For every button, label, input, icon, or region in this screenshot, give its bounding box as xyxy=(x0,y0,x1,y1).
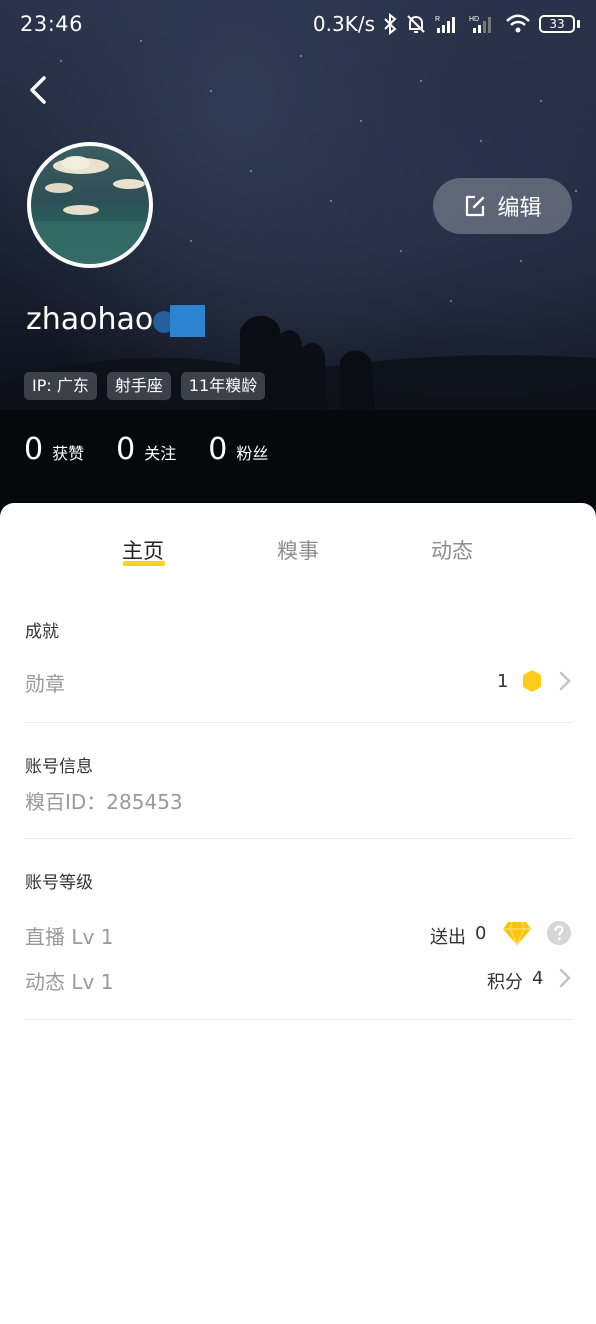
signal-r-icon: R xyxy=(435,16,455,33)
verified-badge-icon xyxy=(153,305,205,337)
status-time: 23:46 xyxy=(20,12,84,36)
star xyxy=(520,260,522,262)
chevron-right-icon xyxy=(559,671,571,691)
stat-likes[interactable]: 0 获赞 xyxy=(24,432,84,467)
star xyxy=(60,60,62,62)
tag-zodiac: 射手座 xyxy=(106,372,171,400)
tab-feed[interactable]: 动态 xyxy=(431,535,473,565)
edit-icon xyxy=(466,195,485,217)
points-label: 积分 xyxy=(487,972,523,993)
star xyxy=(210,90,212,92)
stat-followers-label: 粉丝 xyxy=(236,444,269,463)
divider xyxy=(24,838,572,839)
stat-likes-count: 0 xyxy=(24,432,44,467)
tag-account-age: 11年糗龄 xyxy=(180,372,266,400)
profile-stats: 0 获赞 0 关注 0 粉丝 xyxy=(24,432,300,467)
stat-followers-count: 0 xyxy=(208,432,228,467)
medal-count: 1 xyxy=(497,671,509,692)
avatar[interactable] xyxy=(27,142,153,268)
live-level-label: 直播 Lv 1 xyxy=(25,925,114,949)
medal-icon xyxy=(523,670,541,692)
help-icon[interactable] xyxy=(547,921,571,945)
stat-followers[interactable]: 0 粉丝 xyxy=(208,432,268,467)
tab-posts[interactable]: 糗事 xyxy=(277,535,319,565)
net-speed: 0.3K/s xyxy=(312,12,375,36)
chevron-right-icon xyxy=(559,968,571,988)
status-icons: 0.3K/s R HD 33 xyxy=(313,12,580,36)
stat-following-label: 关注 xyxy=(144,444,177,463)
wifi-icon xyxy=(506,14,530,33)
active-tab-indicator xyxy=(123,561,165,566)
star xyxy=(575,190,577,192)
avatar-cloud-image xyxy=(31,156,149,264)
back-arrow-icon[interactable] xyxy=(22,72,58,108)
star xyxy=(480,140,482,142)
diamond-icon xyxy=(503,921,531,946)
bluetooth-icon xyxy=(384,13,397,35)
points-value: 4 xyxy=(532,968,544,989)
star xyxy=(360,120,362,122)
stat-following[interactable]: 0 关注 xyxy=(116,432,176,467)
divider xyxy=(24,1019,572,1020)
edit-label: 编辑 xyxy=(497,196,542,221)
edit-profile-button[interactable]: 编辑 xyxy=(433,178,572,234)
battery-level: 33 xyxy=(539,15,575,33)
signal-hd-icon: HD xyxy=(469,16,491,33)
star xyxy=(330,200,332,202)
svg-text:R: R xyxy=(435,16,440,23)
star xyxy=(540,100,542,102)
divider xyxy=(24,722,572,723)
profile-tags: IP: 广东 射手座 11年糗龄 xyxy=(24,372,266,400)
mute-bell-icon xyxy=(407,15,425,33)
account-info-title: 账号信息 xyxy=(25,757,93,777)
sent-label: 送出 xyxy=(430,927,466,948)
stat-likes-label: 获赞 xyxy=(52,444,85,463)
star xyxy=(190,240,192,242)
status-bar: 23:46 0.3K/s R HD 33 xyxy=(0,0,596,50)
star xyxy=(300,55,302,57)
battery-icon: 33 xyxy=(539,15,580,33)
account-level-title: 账号等级 xyxy=(25,873,93,893)
star xyxy=(250,170,252,172)
feed-level-label: 动态 Lv 1 xyxy=(25,970,114,994)
svg-text:HD: HD xyxy=(469,16,479,23)
sent-value: 0 xyxy=(475,923,487,944)
profile-tabs: 主页 糗事 动态 xyxy=(0,535,596,575)
account-id: 糗百ID：285453 xyxy=(25,790,183,814)
star xyxy=(420,80,422,82)
username: zhaohao xyxy=(26,302,154,337)
profile-content-card: 主页 糗事 动态 成就 勋章 1 账号信息 糗百ID：285453 账号等级 直… xyxy=(0,503,596,1324)
medal-label: 勋章 xyxy=(25,672,65,696)
achievements-title: 成就 xyxy=(25,622,59,642)
stat-following-count: 0 xyxy=(116,432,136,467)
star xyxy=(400,250,402,252)
tag-ip-location: IP: 广东 xyxy=(24,372,97,400)
